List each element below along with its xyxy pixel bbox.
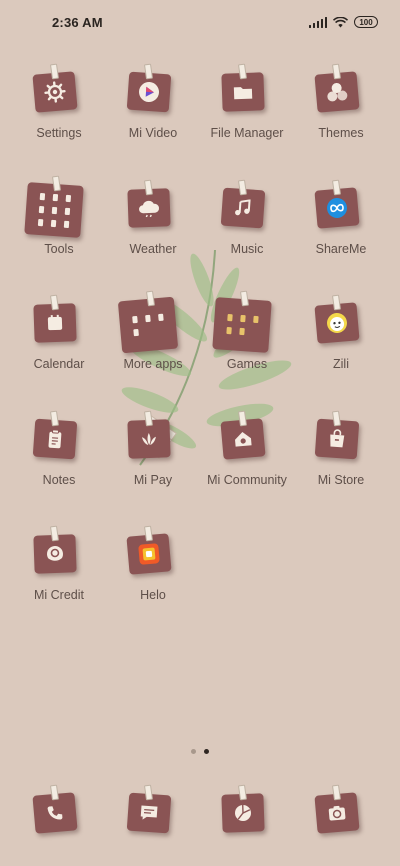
app-label: More apps xyxy=(123,357,183,371)
page-dot-1[interactable] xyxy=(191,749,196,754)
status-time: 2:36 AM xyxy=(52,14,103,30)
dock-camera[interactable] xyxy=(294,784,388,841)
status-bar: 2:36 AM 100 xyxy=(0,0,400,44)
app-folder-games[interactable]: Games xyxy=(200,289,294,405)
app-label: Mi Video xyxy=(128,126,178,140)
app-label: Calendar xyxy=(33,357,85,371)
app-music[interactable]: Music xyxy=(200,174,294,290)
app-file-manager[interactable]: File Manager xyxy=(200,58,294,174)
dock xyxy=(12,784,388,841)
status-icons: 100 xyxy=(308,16,378,28)
app-zili[interactable]: Zili xyxy=(294,289,388,405)
app-mi-video[interactable]: Mi Video xyxy=(106,58,200,174)
app-mi-credit[interactable]: Mi Credit xyxy=(12,520,106,636)
app-helo[interactable]: Helo xyxy=(106,520,200,636)
app-label: Weather xyxy=(129,241,177,256)
app-folder-more-apps[interactable]: More apps xyxy=(106,289,200,405)
app-mi-pay[interactable]: Mi Pay xyxy=(106,405,200,521)
wifi-icon xyxy=(333,16,348,28)
app-label: Tools xyxy=(44,241,74,256)
app-label: Games xyxy=(226,357,268,371)
app-label: Mi Community xyxy=(207,472,287,487)
page-indicator xyxy=(0,749,400,754)
app-label: Mi Credit xyxy=(33,588,84,602)
app-label: Helo xyxy=(140,588,166,602)
dock-messages[interactable] xyxy=(106,784,200,841)
signal-icon xyxy=(308,16,327,28)
app-notes[interactable]: Notes xyxy=(12,405,106,521)
page-dot-2[interactable] xyxy=(204,749,209,754)
app-label: Settings xyxy=(36,126,82,140)
app-label: Mi Pay xyxy=(133,472,173,487)
app-mi-community[interactable]: Mi Community xyxy=(200,405,294,521)
app-grid: Settings Mi Video File Manager Themes To… xyxy=(12,58,388,636)
app-settings[interactable]: Settings xyxy=(12,58,106,174)
app-label: Zili xyxy=(333,357,349,371)
app-label: Music xyxy=(230,241,264,256)
app-label: File Manager xyxy=(210,126,284,140)
app-label: Themes xyxy=(318,126,364,140)
app-weather[interactable]: Weather xyxy=(106,174,200,290)
app-calendar[interactable]: Calendar xyxy=(12,289,106,405)
dock-browser[interactable] xyxy=(200,784,294,841)
dock-phone[interactable] xyxy=(12,784,106,841)
app-mi-store[interactable]: Mi Store xyxy=(294,405,388,521)
app-label: Notes xyxy=(42,472,76,487)
app-label: ShareMe xyxy=(315,241,367,256)
battery-icon: 100 xyxy=(354,16,378,28)
app-label: Mi Store xyxy=(317,472,365,487)
app-themes[interactable]: Themes xyxy=(294,58,388,174)
app-folder-tools[interactable]: Tools xyxy=(12,174,106,290)
app-shareme[interactable]: ShareMe xyxy=(294,174,388,290)
